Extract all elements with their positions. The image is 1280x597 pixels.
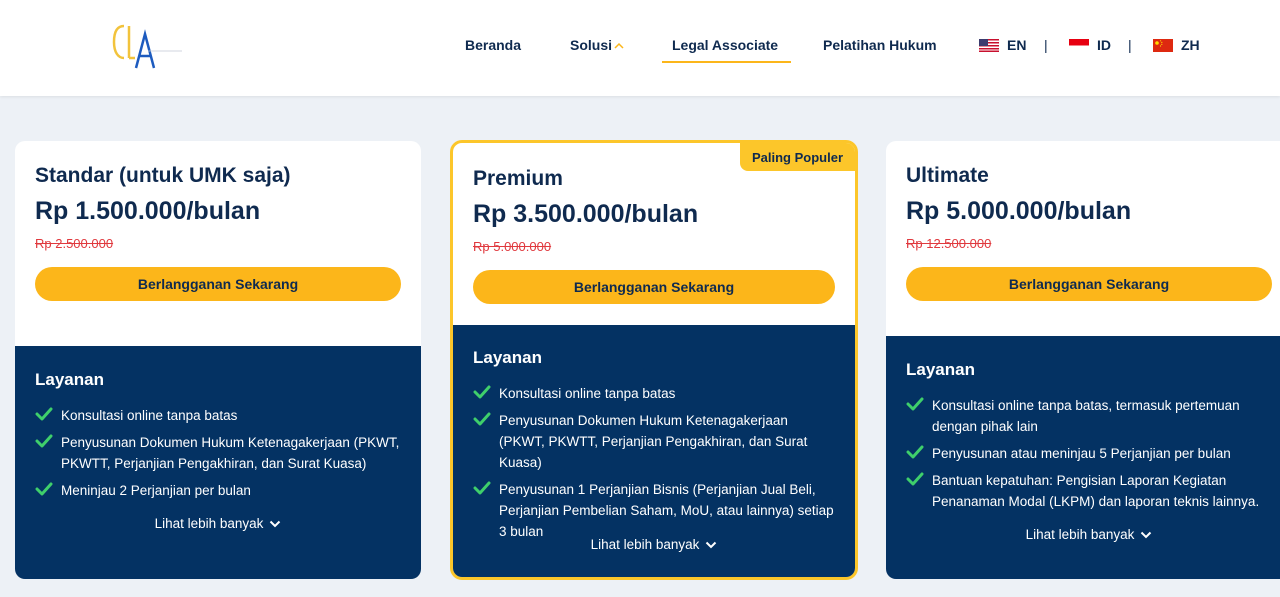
plan-title: Standar (untuk UMK saja) bbox=[35, 164, 291, 187]
lang-separator: | bbox=[1128, 37, 1132, 53]
see-more-link[interactable]: Lihat lebih banyak bbox=[453, 537, 855, 552]
plan-title: Premium bbox=[473, 167, 563, 190]
plan-old-price: Rp 5.000.000 bbox=[473, 239, 552, 254]
cn-flag-icon bbox=[1153, 38, 1173, 52]
check-icon bbox=[906, 472, 924, 486]
plan-old-price: Rp 2.500.000 bbox=[35, 236, 114, 251]
feature-text: Bantuan kepatuhan: Pengisian Laporan Keg… bbox=[932, 473, 1260, 509]
feature-list: Konsultasi online tanpa batas Penyusunan… bbox=[473, 383, 835, 548]
lang-en-label: EN bbox=[1007, 37, 1027, 53]
check-icon bbox=[906, 445, 924, 459]
feature-text: Meninjau 2 Perjanjian per bulan bbox=[61, 483, 251, 498]
feature-text: Konsultasi online tanpa batas bbox=[61, 408, 238, 423]
subscribe-button[interactable]: Berlangganan Sekarang bbox=[906, 267, 1272, 301]
feature-list: Konsultasi online tanpa batas Penyusunan… bbox=[35, 405, 401, 507]
see-more-label: Lihat lebih banyak bbox=[154, 516, 264, 531]
feature-item: Penyusunan 1 Perjanjian Bisnis (Perjanji… bbox=[473, 479, 835, 542]
chevron-down-icon bbox=[1141, 532, 1152, 539]
lang-zh[interactable]: ZH bbox=[1153, 37, 1200, 53]
feature-item: Penyusunan atau meninjau 5 Perjanjian pe… bbox=[906, 443, 1262, 464]
feature-text: Penyusunan Dokumen Hukum Ketenagakerjaan… bbox=[61, 435, 400, 471]
plan-price: Rp 3.500.000/bulan bbox=[473, 200, 699, 228]
see-more-label: Lihat lebih banyak bbox=[1025, 527, 1135, 542]
check-icon bbox=[906, 397, 924, 411]
cla-logo[interactable] bbox=[110, 22, 190, 72]
services-panel: Layanan Konsultasi online tanpa batas Pe… bbox=[453, 325, 855, 577]
check-icon bbox=[35, 407, 53, 421]
site-header: Beranda Solusi Legal Associate Pelatihan… bbox=[0, 0, 1280, 96]
services-panel: Layanan Konsultasi online tanpa batas, t… bbox=[886, 336, 1280, 579]
see-more-label: Lihat lebih banyak bbox=[590, 537, 700, 552]
feature-text: Konsultasi online tanpa batas, termasuk … bbox=[932, 398, 1240, 434]
feature-item: Penyusunan Dokumen Hukum Ketenagakerjaan… bbox=[35, 432, 401, 474]
chevron-down-icon bbox=[706, 542, 717, 549]
feature-item: Bantuan kepatuhan: Pengisian Laporan Keg… bbox=[906, 470, 1262, 512]
plan-card-standar: Standar (untuk UMK saja) Rp 1.500.000/bu… bbox=[15, 141, 421, 579]
feature-text: Penyusunan 1 Perjanjian Bisnis (Perjanji… bbox=[499, 482, 834, 539]
feature-text: Penyusunan Dokumen Hukum Ketenagakerjaan… bbox=[499, 413, 808, 470]
lang-id[interactable]: ID bbox=[1069, 37, 1111, 53]
nav-pelatihan-hukum[interactable]: Pelatihan Hukum bbox=[823, 37, 937, 53]
services-title: Layanan bbox=[35, 370, 104, 389]
feature-item: Penyusunan Dokumen Hukum Ketenagakerjaan… bbox=[473, 410, 835, 473]
subscribe-button[interactable]: Berlangganan Sekarang bbox=[473, 270, 835, 304]
services-panel: Layanan Konsultasi online tanpa batas Pe… bbox=[15, 346, 421, 579]
plan-card-ultimate: Ultimate Rp 5.000.000/bulan Rp 12.500.00… bbox=[886, 141, 1280, 579]
services-title: Layanan bbox=[473, 348, 542, 367]
chevron-down-icon bbox=[270, 521, 281, 528]
logo-icon bbox=[112, 24, 182, 69]
check-icon bbox=[35, 482, 53, 496]
feature-list: Konsultasi online tanpa batas, termasuk … bbox=[906, 395, 1262, 518]
nav-solusi-label: Solusi bbox=[570, 37, 613, 53]
feature-text: Konsultasi online tanpa batas bbox=[499, 386, 676, 401]
subscribe-button[interactable]: Berlangganan Sekarang bbox=[35, 267, 401, 301]
feature-item: Konsultasi online tanpa batas, termasuk … bbox=[906, 395, 1262, 437]
plan-card-premium: Paling Populer Premium Rp 3.500.000/bula… bbox=[450, 140, 858, 580]
feature-item: Meninjau 2 Perjanjian per bulan bbox=[35, 480, 401, 501]
check-icon bbox=[473, 481, 491, 495]
lang-separator: | bbox=[1044, 37, 1048, 53]
plan-price: Rp 5.000.000/bulan bbox=[906, 197, 1132, 225]
check-icon bbox=[35, 434, 53, 448]
check-icon bbox=[473, 385, 491, 399]
see-more-link[interactable]: Lihat lebih banyak bbox=[886, 527, 1280, 542]
plan-title: Ultimate bbox=[906, 164, 989, 187]
nav-beranda[interactable]: Beranda bbox=[465, 37, 521, 53]
feature-text: Penyusunan atau meninjau 5 Perjanjian pe… bbox=[932, 446, 1231, 461]
see-more-link[interactable]: Lihat lebih banyak bbox=[15, 516, 421, 531]
popular-badge: Paling Populer bbox=[739, 143, 855, 171]
id-flag-icon bbox=[1069, 38, 1089, 52]
lang-id-label: ID bbox=[1097, 37, 1111, 53]
nav-solusi[interactable]: Solusi bbox=[570, 37, 624, 53]
lang-en[interactable]: EN bbox=[979, 37, 1026, 53]
feature-item: Konsultasi online tanpa batas bbox=[35, 405, 401, 426]
check-icon bbox=[473, 412, 491, 426]
services-title: Layanan bbox=[906, 360, 975, 379]
nav-legal-associate[interactable]: Legal Associate bbox=[661, 37, 792, 63]
lang-zh-label: ZH bbox=[1181, 37, 1200, 53]
chevron-up-icon bbox=[614, 43, 624, 49]
plan-old-price: Rp 12.500.000 bbox=[906, 236, 992, 251]
feature-item: Konsultasi online tanpa batas bbox=[473, 383, 835, 404]
us-flag-icon bbox=[979, 38, 999, 52]
plan-price: Rp 1.500.000/bulan bbox=[35, 197, 261, 225]
